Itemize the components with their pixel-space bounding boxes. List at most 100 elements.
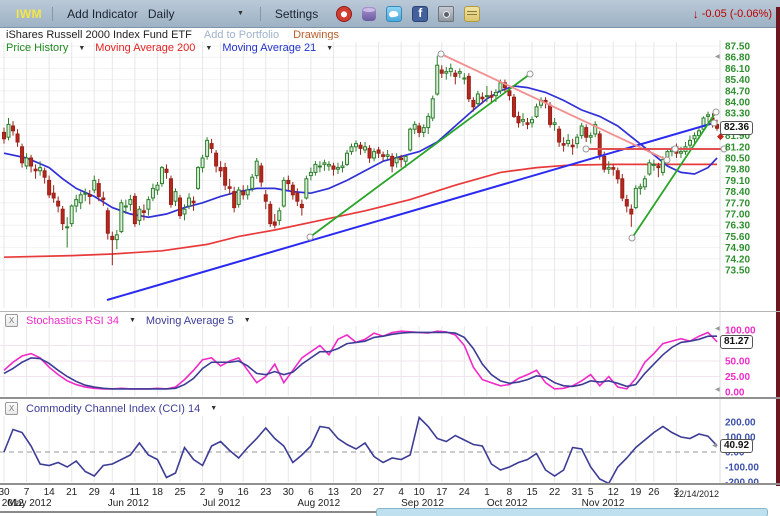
chevron-down-icon[interactable]: ▼: [326, 45, 333, 52]
chevron-down-icon[interactable]: ▼: [129, 317, 136, 324]
period-dropdown[interactable]: Daily ▼: [142, 7, 250, 21]
price-panel-header: Price History ▼ Moving Average 200 ▼ Mov…: [6, 42, 343, 54]
candle-up: [336, 168, 339, 170]
close-stoch-button[interactable]: X: [5, 314, 18, 327]
drawing-handle[interactable]: [672, 146, 678, 152]
candle-down: [165, 169, 168, 172]
x-month-label: Jun 2012: [108, 498, 149, 509]
candle-down: [359, 145, 362, 148]
candle-up: [282, 180, 285, 206]
candle-up: [75, 200, 78, 206]
ma200-line: [4, 164, 717, 257]
candle-up: [494, 92, 497, 95]
x-tick-label: 18: [145, 487, 169, 498]
candle-down: [106, 211, 109, 233]
window-edge: [776, 7, 780, 486]
candle-down: [440, 70, 443, 73]
candle-down: [215, 153, 218, 166]
price-axis-label: 85.40: [725, 75, 750, 86]
candle-down: [57, 201, 60, 206]
candle-down: [558, 129, 561, 142]
chevron-down-icon[interactable]: ▼: [205, 45, 212, 52]
candle-up: [305, 179, 308, 198]
candle-up: [386, 155, 389, 157]
close-cci-button[interactable]: X: [5, 402, 18, 415]
add-to-portfolio-link[interactable]: Add to Portfolio: [204, 29, 279, 41]
scrollbar-track[interactable]: [0, 511, 377, 513]
price-axis-label: 87.50: [725, 42, 750, 53]
x-tick-label: 7: [15, 487, 39, 498]
twitter-icon[interactable]: [386, 6, 402, 22]
toolbar: IWM Add Indicator Daily ▼ Settings ↓ -0.…: [0, 0, 780, 28]
price-history-label[interactable]: Price History: [6, 42, 68, 54]
candle-down: [657, 166, 660, 168]
drawing-handle[interactable]: [438, 51, 444, 57]
stoch-panel-header: X Stochastics RSI 34 ▼ Moving Average 5 …: [5, 314, 261, 327]
instrument-title: iShares Russell 2000 Index Fund ETF: [6, 29, 192, 41]
drawing-handle[interactable]: [527, 71, 533, 77]
candle-up: [476, 94, 479, 104]
price-axis-label: 80.50: [725, 154, 750, 165]
cci-label[interactable]: Commodity Channel Index (CCI) 14: [26, 403, 200, 415]
x-tick-label: 6: [299, 487, 323, 498]
cci-axis-label: 200.00: [725, 418, 756, 429]
chevron-down-icon[interactable]: ▼: [210, 405, 217, 412]
trendline-green-2[interactable]: [632, 112, 716, 238]
candle-down: [296, 193, 299, 201]
database-icon[interactable]: [362, 7, 376, 21]
drawing-handle[interactable]: [664, 157, 670, 163]
candle-up: [246, 190, 249, 195]
candle-up: [702, 118, 705, 129]
stoch-ma-label[interactable]: Moving Average 5: [146, 315, 234, 327]
candle-down: [169, 179, 172, 205]
candle-down: [418, 126, 421, 132]
add-indicator-button[interactable]: Add Indicator: [63, 7, 142, 21]
alarm-clock-icon[interactable]: [336, 6, 352, 22]
drawing-handle[interactable]: [307, 234, 313, 240]
candle-down: [192, 201, 195, 203]
facebook-icon[interactable]: [412, 6, 428, 22]
drawing-handle[interactable]: [629, 235, 635, 241]
drawing-handle[interactable]: [583, 146, 589, 152]
candle-up: [129, 200, 132, 205]
drawing-handle[interactable]: [713, 109, 719, 115]
price-axis-label: 77.00: [725, 210, 750, 221]
candle-up: [567, 140, 570, 143]
chevron-down-icon[interactable]: ▼: [78, 45, 85, 52]
candle-up: [350, 147, 353, 152]
x-tick-label: 17: [430, 487, 454, 498]
candle-down: [377, 150, 380, 153]
price-chart-canvas[interactable]: 87.5086.8086.1085.4084.7084.0083.3082.60…: [0, 40, 780, 312]
x-month-label: Aug 2012: [297, 498, 340, 509]
candle-down: [526, 123, 529, 125]
toolbar-icons: [336, 6, 490, 22]
candle-up: [309, 172, 312, 175]
scrollbar-thumb[interactable]: [376, 508, 768, 516]
camera-icon[interactable]: [438, 6, 454, 22]
candle-down: [598, 134, 601, 155]
stoch-series-line: [4, 331, 717, 389]
settings-button[interactable]: Settings: [271, 7, 322, 21]
drawing-handle[interactable]: [711, 120, 717, 126]
toolbar-divider: [52, 7, 53, 21]
notes-icon[interactable]: [464, 6, 480, 22]
chevron-down-icon[interactable]: ▼: [244, 317, 251, 324]
stoch-axis-label: 50.00: [725, 357, 750, 368]
candle-up: [120, 203, 123, 232]
x-tick-label: 27: [367, 487, 391, 498]
x-tick-label: 13: [321, 487, 345, 498]
x-tick-label: 8: [497, 487, 521, 498]
candle-up: [7, 124, 10, 137]
candle-down: [512, 97, 515, 116]
candle-up: [79, 195, 82, 203]
trendline-green-1[interactable]: [310, 74, 530, 237]
last-date-label: 12/14/2012: [674, 489, 719, 499]
candle-up: [345, 153, 348, 164]
drawings-link[interactable]: Drawings: [293, 29, 339, 41]
candle-up: [314, 164, 317, 172]
ma21-label[interactable]: Moving Average 21: [222, 42, 316, 54]
candle-up: [323, 163, 326, 165]
ma200-label[interactable]: Moving Average 200: [95, 42, 195, 54]
stoch-label[interactable]: Stochastics RSI 34: [26, 315, 119, 327]
candle-down: [368, 148, 371, 158]
